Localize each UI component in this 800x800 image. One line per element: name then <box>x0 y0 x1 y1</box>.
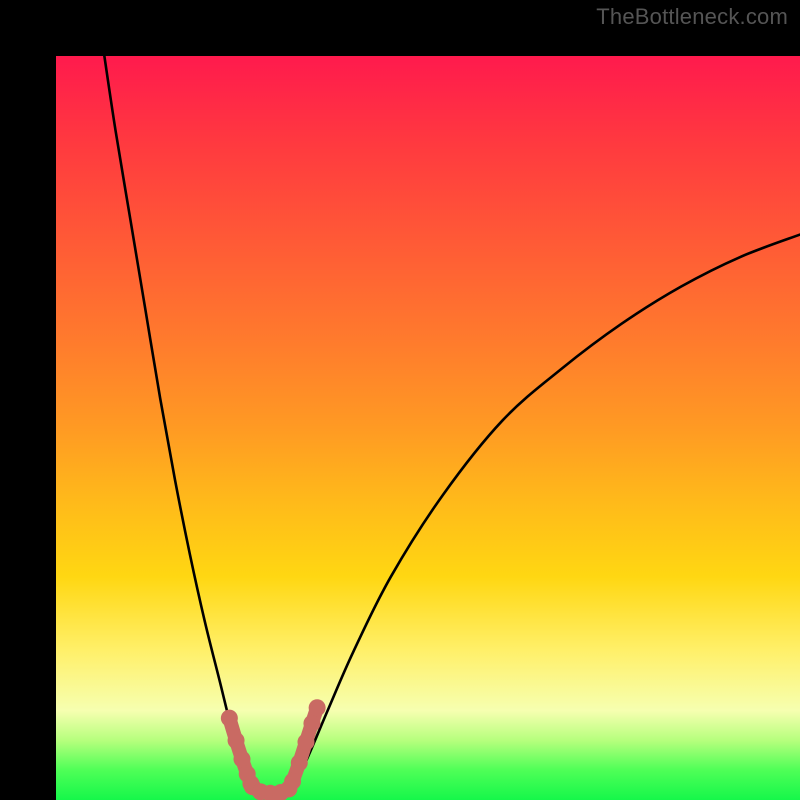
plot-area <box>56 56 800 800</box>
marker-dot <box>228 732 245 749</box>
marker-group <box>221 699 326 800</box>
curve-left-branch <box>104 56 252 789</box>
marker-dot <box>303 715 320 732</box>
curve-layer <box>56 56 800 800</box>
marker-dot <box>284 773 301 790</box>
curve-right-branch <box>290 235 800 790</box>
marker-dot <box>297 733 314 750</box>
watermark-text: TheBottleneck.com <box>596 4 788 30</box>
chart-frame <box>0 0 800 800</box>
marker-dot <box>234 751 251 768</box>
marker-dot <box>309 699 326 716</box>
marker-dot <box>221 710 238 727</box>
marker-dot <box>291 754 308 771</box>
